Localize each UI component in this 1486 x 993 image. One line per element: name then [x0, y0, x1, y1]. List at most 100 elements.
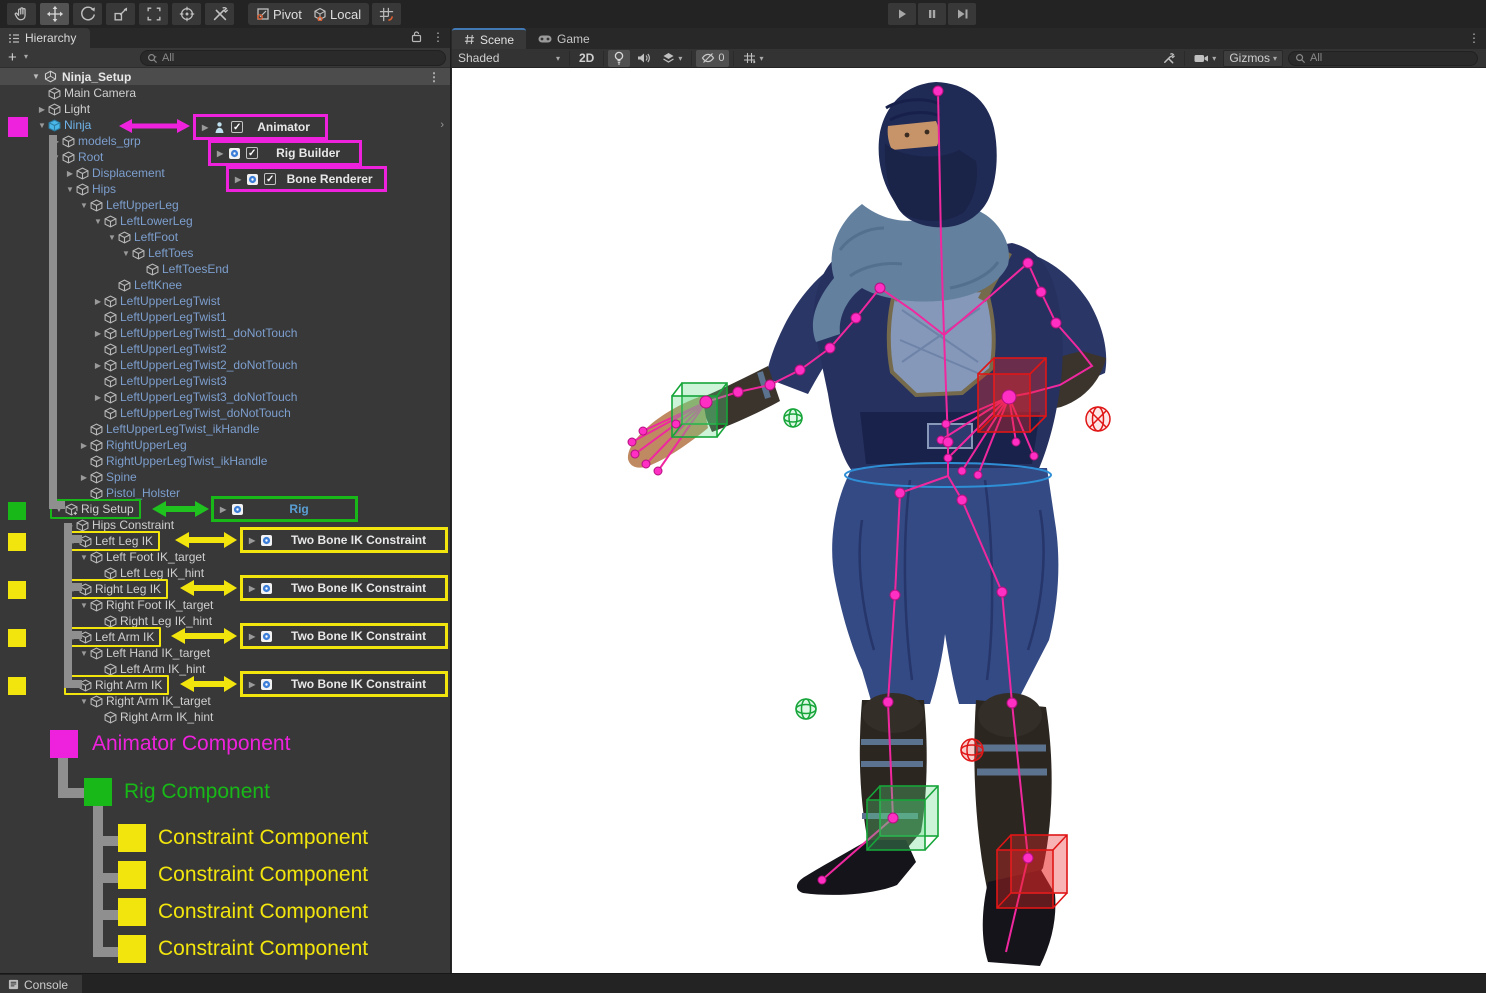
hierarchy-row[interactable]: ▼LeftUpperLeg [0, 197, 450, 213]
play-button[interactable] [888, 3, 916, 25]
component-box-annotation[interactable]: ▶✓Animator [193, 114, 328, 140]
tab-console[interactable]: Console [0, 975, 82, 993]
move-tool-button[interactable] [40, 3, 69, 25]
step-button[interactable] [948, 3, 976, 25]
scene-search[interactable] [1288, 51, 1478, 66]
hierarchy-row[interactable]: ▼LeftFoot [0, 229, 450, 245]
hierarchy-row[interactable]: ▶LeftUpperLegTwist2_doNotTouch [0, 357, 450, 373]
scene-expander-icon[interactable]: ▼ [30, 72, 42, 81]
row-expander-icon[interactable]: ▶ [92, 393, 104, 402]
hierarchy-row[interactable]: Right Arm IK_hint [0, 709, 450, 725]
component-enabled-checkbox[interactable]: ✓ [264, 173, 276, 185]
transform-tool-button[interactable] [172, 3, 201, 25]
hierarchy-row[interactable]: LeftUpperLegTwist3 [0, 373, 450, 389]
create-object-button[interactable]: + [8, 49, 17, 66]
component-box-annotation[interactable]: ▶✓Rig Builder [208, 140, 362, 166]
row-expander-icon[interactable]: ▼ [78, 553, 90, 562]
hierarchy-row[interactable]: ▼LeftToes [0, 245, 450, 261]
local-toggle-button[interactable]: Local [305, 3, 369, 25]
row-expander-icon[interactable]: ▶ [78, 473, 90, 482]
hierarchy-row[interactable]: LeftUpperLegTwist2 [0, 341, 450, 357]
component-expander-icon[interactable]: ▶ [249, 632, 255, 641]
tab-hierarchy[interactable]: Hierarchy [0, 28, 90, 48]
hierarchy-row[interactable]: RightUpperLegTwist_ikHandle [0, 453, 450, 469]
scene-tools-button[interactable] [1157, 50, 1180, 67]
component-box-annotation[interactable]: ▶Two Bone IK Constraint [240, 575, 448, 601]
scene-grid-button[interactable]: ▾ [738, 50, 768, 67]
component-box-annotation[interactable]: ▶Rig [211, 496, 358, 522]
scene-viewport[interactable] [452, 68, 1486, 973]
component-box-annotation[interactable]: ▶Two Bone IK Constraint [240, 527, 448, 553]
row-expander-icon[interactable]: ▶ [92, 361, 104, 370]
hierarchy-row[interactable]: LeftUpperLegTwist_doNotTouch [0, 405, 450, 421]
component-box-annotation[interactable]: ▶✓Bone Renderer [226, 166, 387, 192]
grid-snap-button[interactable] [372, 3, 401, 25]
scene-search-input[interactable] [1310, 52, 1471, 64]
hierarchy-row[interactable]: LeftToesEnd [0, 261, 450, 277]
2d-toggle-button[interactable]: 2D [574, 50, 599, 67]
custom-tools-button[interactable] [205, 3, 234, 25]
row-expander-icon[interactable]: ▼ [120, 249, 132, 258]
component-expander-icon[interactable]: ▶ [217, 149, 223, 158]
pause-button[interactable] [918, 3, 946, 25]
row-expander-icon[interactable]: ▼ [78, 649, 90, 658]
row-expander-icon[interactable]: ▼ [78, 697, 90, 706]
component-expander-icon[interactable]: ▶ [202, 123, 208, 132]
rotate-tool-button[interactable] [73, 3, 102, 25]
row-expander-icon[interactable]: ▶ [92, 297, 104, 306]
hierarchy-row[interactable]: ▶Spine [0, 469, 450, 485]
row-expander-icon[interactable]: ▶ [64, 169, 76, 178]
scene-audio-button[interactable] [632, 50, 655, 67]
component-expander-icon[interactable]: ▶ [249, 536, 255, 545]
row-expander-icon[interactable]: ▼ [64, 185, 76, 194]
hierarchy-row[interactable]: Main Camera [0, 85, 450, 101]
row-expander-icon[interactable]: ▶ [36, 105, 48, 114]
row-expander-icon[interactable]: ▼ [36, 121, 48, 130]
gizmos-dropdown[interactable]: Gizmos ▾ [1223, 50, 1283, 67]
row-expander-icon[interactable]: ▼ [106, 233, 118, 242]
scene-effects-button[interactable]: ▾ [657, 50, 687, 67]
hand-tool-button[interactable] [7, 3, 36, 25]
hierarchy-search[interactable] [140, 50, 446, 66]
tab-scene[interactable]: Scene [452, 28, 526, 49]
component-enabled-checkbox[interactable]: ✓ [231, 121, 243, 133]
scene-visibility-button[interactable]: 0 [696, 50, 729, 67]
hierarchy-row[interactable]: ▶LeftUpperLegTwist3_doNotTouch [0, 389, 450, 405]
scene-header-row[interactable]: ▼ Ninja_Setup ⋮ [0, 68, 450, 85]
component-expander-icon[interactable]: ▶ [249, 680, 255, 689]
component-enabled-checkbox[interactable]: ✓ [246, 147, 258, 159]
hierarchy-search-input[interactable] [162, 52, 439, 64]
row-expander-icon[interactable]: ▼ [92, 217, 104, 226]
hierarchy-menu-icon[interactable]: ⋮ [432, 31, 444, 43]
component-expander-icon[interactable]: ▶ [220, 505, 226, 514]
hierarchy-row[interactable]: ▶LeftUpperLegTwist [0, 293, 450, 309]
pivot-toggle-button[interactable]: Pivot [248, 3, 310, 25]
create-dropdown-caret[interactable]: ▾ [24, 52, 28, 61]
scene-view-menu-icon[interactable]: ⋮ [1468, 32, 1480, 44]
gameobject-label: Right Leg IK [95, 582, 161, 596]
component-box-annotation[interactable]: ▶Two Bone IK Constraint [240, 671, 448, 697]
legend-item-label: Constraint Component [158, 900, 368, 924]
shading-mode-dropdown[interactable]: Shaded ▾ [453, 50, 565, 67]
row-expander-icon[interactable]: ▼ [78, 601, 90, 610]
row-expander-icon[interactable]: ▼ [78, 201, 90, 210]
component-expander-icon[interactable]: ▶ [235, 175, 241, 184]
hierarchy-row[interactable]: LeftKnee [0, 277, 450, 293]
component-box-annotation[interactable]: ▶Two Bone IK Constraint [240, 623, 448, 649]
hierarchy-row[interactable]: ▼LeftLowerLeg [0, 213, 450, 229]
lock-icon[interactable] [411, 30, 422, 43]
scene-menu-icon[interactable]: ⋮ [428, 71, 440, 83]
hierarchy-row[interactable]: ▶RightUpperLeg [0, 437, 450, 453]
row-expander-icon[interactable]: ▶ [78, 441, 90, 450]
hierarchy-row[interactable]: LeftUpperLegTwist1 [0, 309, 450, 325]
scene-lighting-button[interactable] [608, 50, 630, 67]
scene-camera-button[interactable]: ▾ [1189, 50, 1221, 67]
scale-tool-button[interactable] [106, 3, 135, 25]
row-expander-icon[interactable]: ▶ [92, 329, 104, 338]
rect-tool-button[interactable] [139, 3, 168, 25]
hierarchy-row[interactable]: LeftUpperLegTwist_ikHandle [0, 421, 450, 437]
component-expander-icon[interactable]: ▶ [249, 584, 255, 593]
prefab-open-chevron[interactable]: › [440, 119, 444, 131]
tab-game[interactable]: Game [526, 28, 602, 49]
hierarchy-row[interactable]: ▶LeftUpperLegTwist1_doNotTouch [0, 325, 450, 341]
